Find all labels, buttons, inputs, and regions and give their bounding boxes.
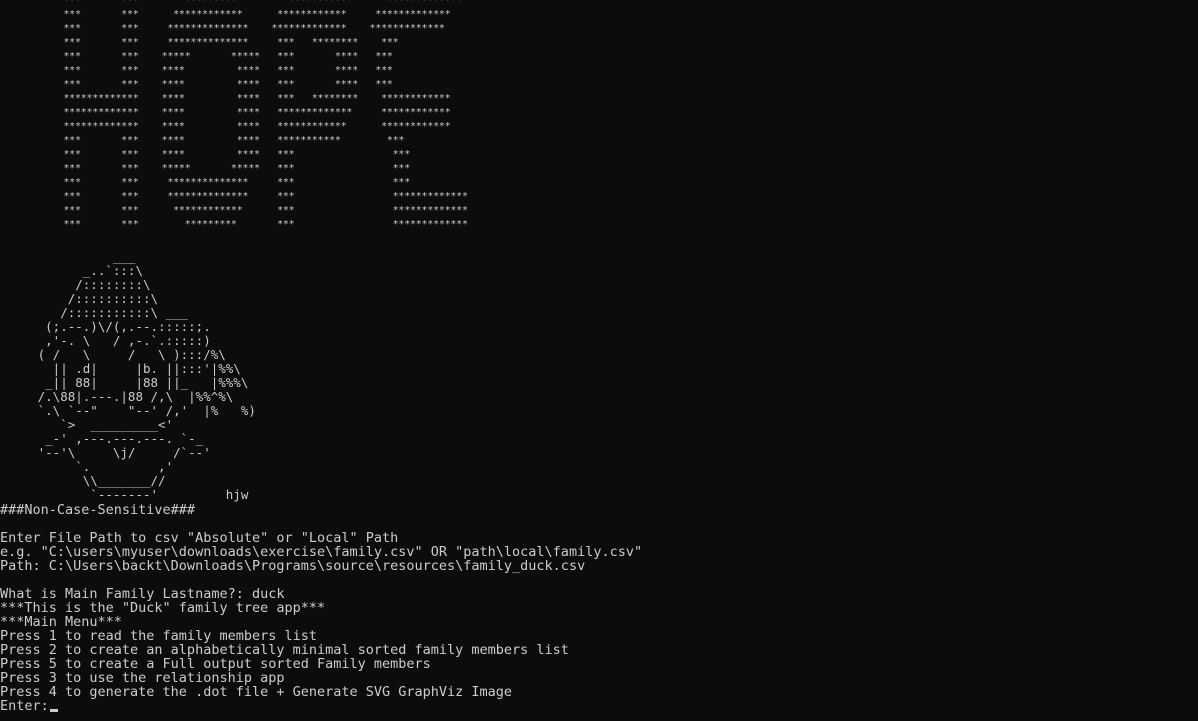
menu-title: ***Main Menu*** xyxy=(0,614,122,630)
duck-art-line: /::::::::::\ xyxy=(0,291,159,306)
banner-line: *** *** ********* *** ************* xyxy=(0,219,468,230)
banner-line: *** *** ************** ************* ***… xyxy=(0,23,445,34)
duck-art-line: ,'-. \ / ,-.`.:::::) xyxy=(0,333,211,348)
duck-art-line: _-' ,---.---.---. `-_ xyxy=(0,431,204,446)
banner-line: *** *** ************** *** ************* xyxy=(0,191,468,202)
banner-line: *** *** ***** ***** *** *** xyxy=(0,163,411,174)
console-output: ###Non-Case-Sensitive### Enter File Path … xyxy=(0,503,642,713)
menu-item-4: Press 4 to generate the .dot file + Gene… xyxy=(0,684,513,700)
banner-line: *** *** **** **** *** **** *** xyxy=(0,65,393,76)
duck-art-line: /:::::::::::\ ___ xyxy=(0,305,189,320)
duck-art-line: \\_______// xyxy=(0,473,166,488)
enter-path-prompt: Enter File Path to csv "Absolute" or "Lo… xyxy=(0,530,399,546)
duck-art-line: `.\ `--" "--' /,' |% %) xyxy=(0,403,256,418)
banner-line: *** *** ********* *********** **********… xyxy=(0,0,463,6)
duck-art-line: ___ xyxy=(0,249,136,264)
path-entry: Path: C:\Users\backt\Downloads\Programs\… xyxy=(0,558,586,574)
menu-item-1: Press 1 to read the family members list xyxy=(0,628,317,644)
duck-art-line: `-------' hjw xyxy=(0,487,249,502)
ascii-duck-art: ___ _..`:::\ /::::::::\ /::::::::::\ /::… xyxy=(0,250,256,502)
banner-line: ************* **** **** ************ ***… xyxy=(0,121,451,132)
menu-item-5: Press 5 to create a Full output sorted F… xyxy=(0,656,431,672)
duck-art-line: /.\88|.---.|88 /,\ |%%^%\ xyxy=(0,389,234,404)
duck-art-line: '--'\ \j/ /`--' xyxy=(0,445,211,460)
duck-art-line: (;.--.)\/(,.--.:::::;. xyxy=(0,319,211,334)
non-case-sensitive-notice: ###Non-Case-Sensitive### xyxy=(0,502,196,518)
banner-line: *** *** ************ *** ************* xyxy=(0,205,468,216)
duck-art-line: `> _________<' xyxy=(0,417,174,432)
lastname-prompt: What is Main Family Lastname?: duck xyxy=(0,586,285,602)
banner-line: *** *** ***** ***** *** **** *** xyxy=(0,51,393,62)
duck-art-line: `. ,' xyxy=(0,459,174,474)
banner-line: ************* **** **** *** ******** ***… xyxy=(0,93,451,104)
text-cursor[interactable] xyxy=(49,709,58,712)
banner-line: *** *** **** **** *** **** *** xyxy=(0,79,393,90)
menu-item-3: Press 3 to use the relationship app xyxy=(0,670,285,686)
duck-art-line: ( / \ / \ ):::/%\ xyxy=(0,347,226,362)
console-window[interactable]: *** *** ********* *********** **********… xyxy=(0,0,1198,721)
banner-line: *** *** ************ ************ ******… xyxy=(0,9,451,20)
enter-input-line[interactable]: Enter: xyxy=(0,699,642,713)
ascii-banner-hope: *** *** ********* *********** **********… xyxy=(0,0,468,232)
banner-line: *** *** ************** *** *** xyxy=(0,177,411,188)
app-title: ***This is the "Duck" family tree app*** xyxy=(0,600,326,616)
banner-line: *** *** **** **** *********** *** xyxy=(0,135,405,146)
banner-line: *** *** ************** *** ******** *** xyxy=(0,37,399,48)
duck-art-line: _|| 88| |88 ||_ |%%%\ xyxy=(0,375,249,390)
duck-art-line: /::::::::\ xyxy=(0,277,151,292)
banner-line: *** *** **** **** *** *** xyxy=(0,149,411,160)
path-example: e.g. "C:\users\myuser\downloads\exercise… xyxy=(0,544,643,560)
menu-item-2: Press 2 to create an alphabetically mini… xyxy=(0,642,569,658)
duck-art-line: _..`:::\ xyxy=(0,263,143,278)
enter-prompt: Enter: xyxy=(0,698,49,714)
duck-art-line: || .d| |b. ||:::'|%%\ xyxy=(0,361,241,376)
banner-line: ************* **** **** ************* **… xyxy=(0,107,451,118)
